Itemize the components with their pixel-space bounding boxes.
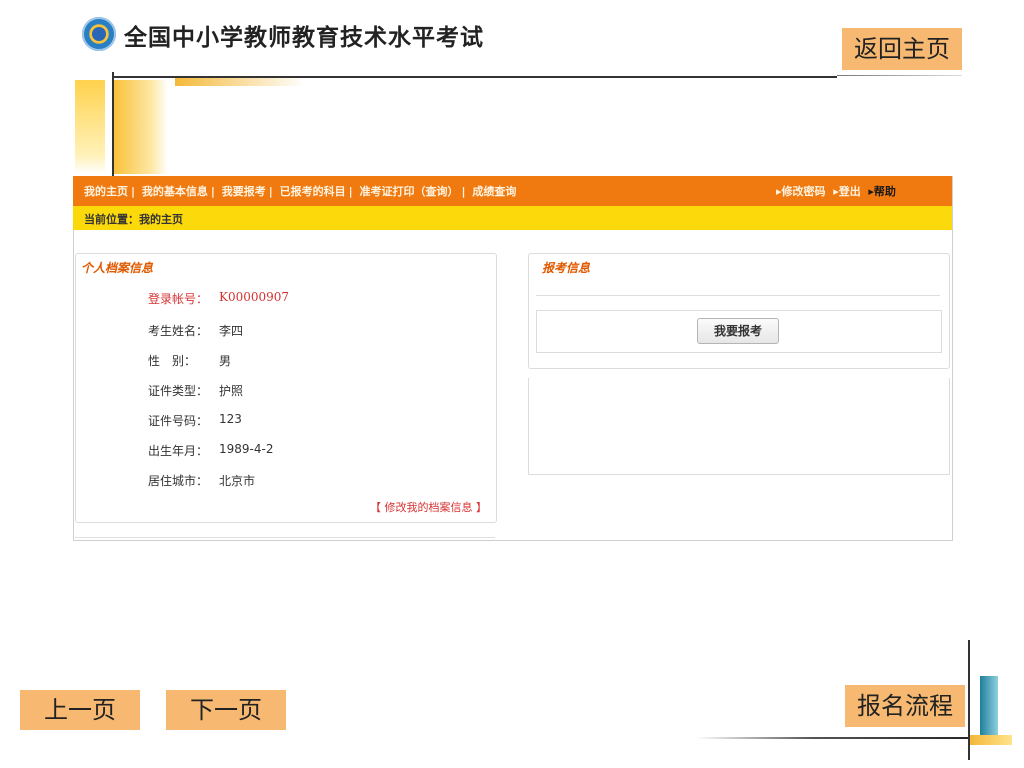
exam-logo-icon	[82, 17, 116, 51]
prev-page-button[interactable]: 上一页	[20, 690, 140, 730]
birth-date-label: 出生年月：	[148, 444, 209, 458]
id-type-value: 护照	[219, 384, 244, 398]
nav-item-basic-info[interactable]: 我的基本信息	[142, 185, 208, 198]
login-account-label: 登录帐号：	[148, 292, 209, 306]
decor-yellow-bar-1	[75, 80, 105, 174]
nav-item-registered-subjects[interactable]: 已报考的科目	[280, 185, 346, 198]
city-value: 北京市	[219, 474, 256, 488]
location-bar	[73, 206, 952, 230]
nav-account-menu: ▸修改密码 ▸登出 ▸帮助	[776, 183, 896, 199]
nav-item-apply[interactable]: 我要报考	[222, 185, 266, 198]
logout-link[interactable]: ▸登出	[833, 185, 861, 198]
return-home-button[interactable]: 返回主页	[842, 28, 962, 70]
decor-yellow-bar-2	[114, 80, 168, 174]
login-account-value: K00000907	[219, 290, 290, 304]
breadcrumb: 当前位置：我的主页	[84, 213, 183, 226]
header-divider-fade	[837, 75, 962, 76]
profile-panel-title: 个人档案信息	[81, 261, 154, 275]
city-label: 居住城市：	[148, 474, 209, 488]
id-number-label: 证件号码：	[148, 414, 209, 428]
next-page-button[interactable]: 下一页	[166, 690, 286, 730]
id-number-value: 123	[219, 412, 242, 426]
nav-item-home[interactable]: 我的主页	[84, 185, 128, 198]
gender-label: 性 别：	[148, 354, 197, 368]
apply-exam-button[interactable]: 我要报考	[697, 318, 779, 344]
registration-divider	[536, 295, 940, 296]
nav-item-admission-ticket[interactable]: 准考证打印（查询）	[360, 185, 459, 198]
decor-teal-bar	[980, 676, 998, 740]
profile-panel-shadow	[75, 537, 495, 538]
name-value: 李四	[219, 324, 244, 338]
nav-menu: 我的主页 | 我的基本信息 | 我要报考 | 已报考的科目 | 准考证打印（查询） | 成…	[84, 185, 517, 198]
decor-vertical-line	[112, 72, 114, 180]
birth-date-value: 1989-4-2	[219, 442, 274, 456]
decor-yellow-bar-3	[175, 78, 305, 86]
edit-profile-link[interactable]: 【 修改我的档案信息 】	[370, 499, 487, 515]
site-title: 全国中小学教师教育技术水平考试	[124, 25, 484, 51]
footer-divider	[696, 737, 986, 739]
name-label: 考生姓名：	[148, 324, 209, 338]
help-link[interactable]: ▸帮助	[868, 185, 896, 198]
registration-panel-lower	[528, 378, 950, 475]
registration-flow-button[interactable]: 报名流程	[845, 685, 965, 727]
decor-yellow-footer-bar	[970, 735, 1012, 745]
nav-item-scores[interactable]: 成绩查询	[472, 185, 516, 198]
change-password-link[interactable]: ▸修改密码	[776, 185, 826, 198]
id-type-label: 证件类型：	[148, 384, 209, 398]
gender-value: 男	[219, 354, 232, 368]
registration-panel-title: 报考信息	[542, 261, 591, 275]
